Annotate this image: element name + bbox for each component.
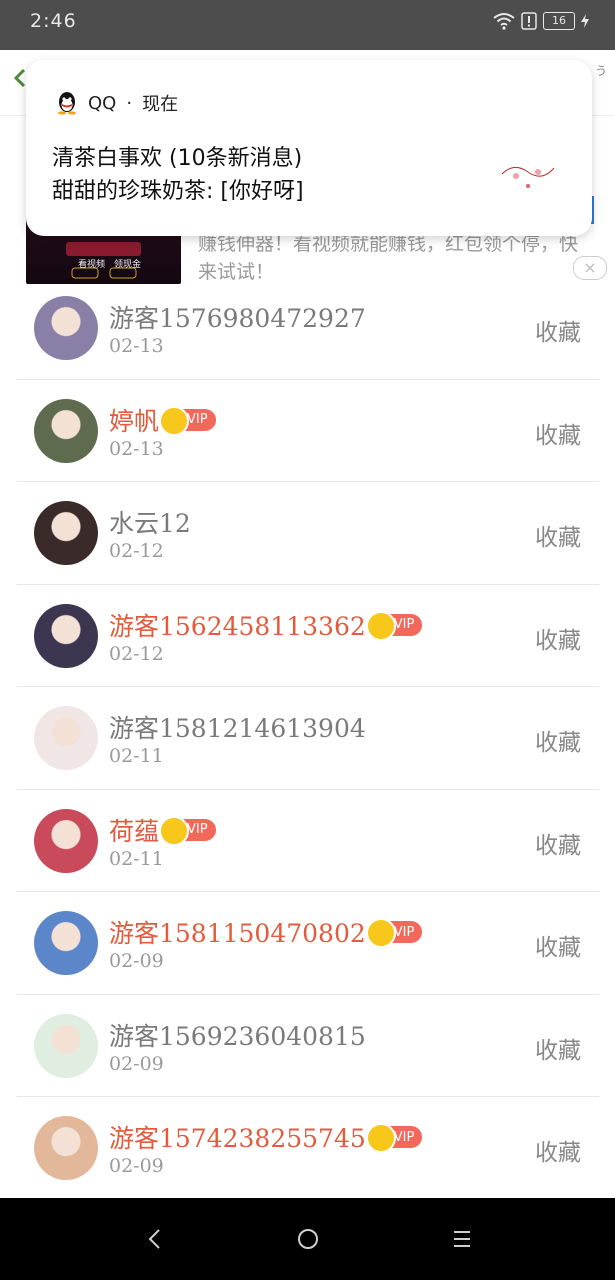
notification-separator: · xyxy=(126,92,133,114)
visit-date: 02-13 xyxy=(109,335,164,357)
visit-date: 02-12 xyxy=(109,642,164,665)
user-name-text: 婷帆 xyxy=(109,406,160,436)
user-name-text: 游客1581214613904 xyxy=(109,714,366,743)
list-item[interactable]: 游客1562458113362 VIP 02-12 收藏 xyxy=(17,585,599,687)
back-button[interactable] xyxy=(13,68,26,94)
visit-date: 02-13 xyxy=(109,437,164,460)
vip-label: VIP xyxy=(393,1129,415,1145)
avatar[interactable] xyxy=(34,1013,98,1078)
avatar[interactable] xyxy=(34,706,98,770)
list-item[interactable]: 游客1581150470802 VIP 02-09 收藏 xyxy=(17,892,599,995)
chevron-left-icon xyxy=(13,68,26,88)
favorite-button[interactable]: 收藏 xyxy=(535,1133,581,1167)
user-name-text: 游客1576980472927 xyxy=(109,304,366,333)
user-name: 水云12 xyxy=(109,504,191,540)
favorite-button[interactable]: 收藏 xyxy=(535,826,581,860)
user-name: 婷帆 VIP xyxy=(109,402,216,438)
vip-label: VIP xyxy=(393,617,415,632)
avatar[interactable] xyxy=(34,1116,98,1180)
avatar[interactable] xyxy=(34,501,98,565)
visit-date: 02-09 xyxy=(109,950,164,972)
user-name: 游客1562458113362 VIP xyxy=(109,607,423,643)
list-item[interactable]: 荷蕴 VIP 02-11 收藏 xyxy=(17,790,599,892)
user-name-text: 游客1569236040815 xyxy=(109,1021,366,1051)
visit-date: 02-09 xyxy=(109,1052,164,1075)
avatar[interactable] xyxy=(34,808,98,873)
notification-header: QQ · 现在 xyxy=(56,90,178,116)
user-name-text: 水云12 xyxy=(109,509,191,538)
vip-badge: VIP xyxy=(365,610,423,641)
vip-label: VIP xyxy=(187,412,208,427)
qq-notification[interactable]: QQ · 现在 清茶白事欢 (10条新消息) 甜甜的珍珠奶茶: [你好呀] xyxy=(26,60,592,236)
vip-badge: VIP xyxy=(365,918,423,948)
user-name-text: 荷蕴 xyxy=(109,816,160,846)
alert-icon xyxy=(521,12,537,30)
vip-badge: VIP xyxy=(365,1123,423,1153)
crown-icon xyxy=(365,610,396,641)
crown-icon xyxy=(159,405,190,436)
user-name: 游客1576980472927 xyxy=(109,299,366,335)
nav-home-icon[interactable] xyxy=(293,1226,323,1252)
status-bar: 2:46 16 xyxy=(0,0,615,50)
user-name-text: 游客1581150470802 xyxy=(109,919,366,948)
favorite-button[interactable]: 收藏 xyxy=(535,928,581,962)
navigation-bar xyxy=(0,1198,615,1280)
avatar[interactable] xyxy=(34,296,98,360)
user-name-text: 游客1562458113362 xyxy=(109,611,366,641)
user-name: 游客1581214613904 xyxy=(109,709,366,745)
visit-date: 02-11 xyxy=(109,745,164,767)
ad-image-button-1: 看视频 xyxy=(78,260,106,270)
visit-date: 02-11 xyxy=(109,847,164,870)
notification-time: 现在 xyxy=(142,94,179,115)
status-icons: 16 xyxy=(493,12,589,30)
list-item[interactable]: 游客1581214613904 02-11 收藏 xyxy=(17,687,599,790)
nav-menu-icon[interactable] xyxy=(447,1226,477,1252)
crown-icon xyxy=(159,815,190,846)
visit-date: 02-12 xyxy=(109,540,164,562)
favorite-button[interactable]: 收藏 xyxy=(535,518,581,552)
notification-app-name: QQ xyxy=(88,92,117,114)
notification-message: 甜甜的珍珠奶茶: [你好呀] xyxy=(52,179,304,204)
vip-badge: VIP xyxy=(159,815,216,846)
notification-title: 清茶白事欢 (10条新消息) xyxy=(52,146,303,171)
user-name: 荷蕴 VIP xyxy=(109,812,216,848)
app-bar-right-text: う xyxy=(594,64,607,78)
ad-image-button-2: 领现金 xyxy=(114,260,142,270)
favorite-button[interactable]: 收藏 xyxy=(535,313,581,347)
wifi-icon xyxy=(493,13,515,30)
user-list: 游客1576980472927 02-13 收藏 婷帆 VIP 02-13 收藏 水云12 02… xyxy=(17,277,599,1200)
list-item[interactable]: 游客1569236040815 02-09 收藏 xyxy=(17,995,599,1097)
status-time: 2:46 xyxy=(30,10,77,32)
avatar[interactable] xyxy=(34,911,98,975)
crown-icon xyxy=(365,918,396,948)
visit-date: 02-09 xyxy=(109,1155,164,1177)
vip-label: VIP xyxy=(187,822,208,837)
vip-badge: VIP xyxy=(159,405,216,436)
nav-back-icon[interactable] xyxy=(140,1226,170,1252)
battery-icon: 16 xyxy=(543,12,575,30)
vip-label: VIP xyxy=(393,924,415,940)
notification-thumbnail xyxy=(494,142,562,206)
favorite-button[interactable]: 收藏 xyxy=(535,621,581,655)
user-name: 游客1569236040815 xyxy=(109,1017,366,1053)
avatar[interactable] xyxy=(34,603,98,668)
user-name: 游客1581150470802 VIP xyxy=(109,914,423,950)
list-item[interactable]: 游客1576980472927 02-13 收藏 xyxy=(17,277,599,380)
list-item[interactable]: 水云12 02-12 收藏 xyxy=(17,482,599,585)
favorite-button[interactable]: 收藏 xyxy=(535,416,581,450)
qq-penguin-icon xyxy=(58,92,76,115)
user-name: 游客1574238255745 VIP xyxy=(109,1119,423,1155)
charging-icon xyxy=(581,14,589,28)
favorite-button[interactable]: 收藏 xyxy=(535,1031,581,1065)
crown-icon xyxy=(365,1123,396,1153)
thumbnail-graphic xyxy=(501,167,555,188)
list-item[interactable]: 婷帆 VIP 02-13 收藏 xyxy=(17,380,599,482)
avatar[interactable] xyxy=(34,398,98,463)
favorite-button[interactable]: 收藏 xyxy=(535,723,581,757)
list-item[interactable]: 游客1574238255745 VIP 02-09 收藏 xyxy=(17,1097,599,1200)
user-name-text: 游客1574238255745 xyxy=(109,1124,366,1153)
